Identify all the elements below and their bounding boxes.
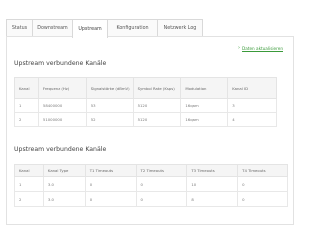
table-cell: 10 [186,176,239,192]
table-cell: 51000000 [37,112,87,127]
table-cell: 3.0 [42,176,86,192]
refresh-link[interactable]: › Daten aktualisieren [238,45,283,51]
column-header: T3 Timeouts [186,164,239,177]
column-header: Frequenz (Hz) [37,77,87,99]
column-header: Symbol Rate (Ksps) [132,77,182,99]
column-header: Kanal ID [227,77,277,99]
refresh-arrow-icon: › [238,45,241,51]
table-row: 2 51000000 52 5120 16qam 4 [14,112,277,127]
table-row: 2 3.0 0 0 8 0 [14,191,288,207]
tab-bar: Status Downstream Upstream Konfiguration… [6,19,203,38]
table-cell: 58400000 [37,98,87,113]
table-cell: 5120 [132,98,182,113]
column-header: Modulation [180,77,229,99]
table-row: 1 58400000 53 5120 16qam 3 [14,98,277,113]
table-cell: 2 [14,112,39,127]
column-header: Kanal [14,77,39,99]
table-cell: 0 [237,176,288,192]
table-cell: 5120 [132,112,182,127]
table-header-row: Kanal Frequenz (Hz) Signalstärke (dBmV) … [14,77,277,99]
column-header: Kanal [14,164,44,177]
column-header: Kanal Type [42,164,86,177]
timeouts-table: Kanal Kanal Type T1 Timeouts T2 Timeouts… [14,164,288,207]
table-cell: 0 [84,176,137,192]
table-cell: 0 [135,176,188,192]
refresh-label[interactable]: Daten aktualisieren [242,46,283,51]
column-header: T2 Timeouts [135,164,188,177]
table-cell: 16qam [180,98,229,113]
table-cell: 16qam [180,112,229,127]
table-cell: 4 [227,112,277,127]
tab-upstream[interactable]: Upstream [72,19,108,38]
upstream-panel: › Daten aktualisieren Upstream verbunden… [6,36,294,225]
table-cell: 1 [14,176,44,192]
tab-konfiguration[interactable]: Konfiguration [107,19,158,36]
table-cell: 3.0 [42,191,86,207]
channels-table: Kanal Frequenz (Hz) Signalstärke (dBmV) … [14,77,277,127]
table-cell: 52 [85,112,134,127]
table-cell: 53 [85,98,134,113]
section-title-channels: Upstream verbundene Kanäle [14,60,107,67]
table-cell: 0 [84,191,137,207]
column-header: T4 Timeouts [237,164,288,177]
table-cell: 0 [135,191,188,207]
table-row: 1 3.0 0 0 10 0 [14,176,288,192]
table-cell: 8 [186,191,239,207]
table-cell: 3 [227,98,277,113]
tab-downstream[interactable]: Downstream [32,19,73,36]
table-cell: 0 [237,191,288,207]
tab-status[interactable]: Status [6,19,33,36]
tab-netzwerk-log[interactable]: Netzwerk Log [157,19,203,36]
table-cell: 1 [14,98,39,113]
column-header: T1 Timeouts [84,164,137,177]
table-header-row: Kanal Kanal Type T1 Timeouts T2 Timeouts… [14,164,288,177]
column-header: Signalstärke (dBmV) [85,77,134,99]
table-cell: 2 [14,191,44,207]
section-title-timeouts: Upstream verbundene Kanäle [14,146,107,153]
